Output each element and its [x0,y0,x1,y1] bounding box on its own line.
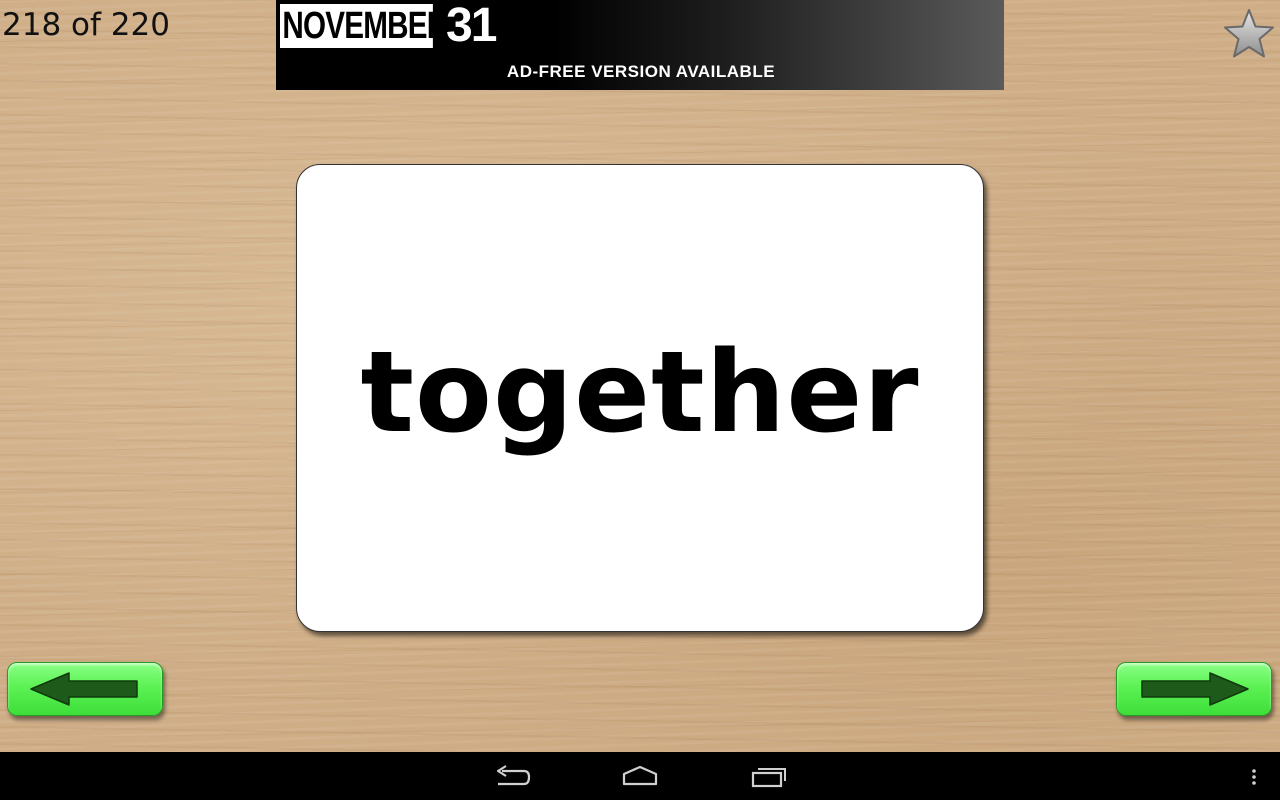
previous-card-button[interactable] [7,662,163,716]
home-icon [622,765,658,786]
star-icon [1224,9,1274,58]
flashcard-word: together [360,328,920,458]
flashcard[interactable]: together [296,164,984,632]
home-button[interactable] [616,762,664,792]
ad-logo-day: 31 [446,0,497,52]
right-arrow-icon [1141,672,1249,706]
app-screen: 218 of 220 NOVEMBER 31 AD-FREE VERSION A… [0,0,1280,752]
ad-banner[interactable]: NOVEMBER 31 AD-FREE VERSION AVAILABLE [276,0,1004,90]
back-button[interactable] [488,762,536,792]
card-counter: 218 of 220 [2,7,170,43]
left-arrow-icon [30,672,138,706]
ad-tagline: AD-FREE VERSION AVAILABLE [506,62,776,81]
ad-logo-month: NOVEMBER [280,4,448,48]
overflow-menu-button[interactable] [1244,762,1264,792]
next-card-button[interactable] [1116,662,1272,716]
favorite-star-button[interactable] [1222,8,1276,60]
back-icon [496,765,531,786]
system-navigation-bar [0,752,1280,800]
recents-icon [751,768,786,788]
recents-button[interactable] [745,762,793,792]
overflow-menu-icon [1252,769,1256,785]
ad-logo: NOVEMBER 31 [280,0,497,52]
